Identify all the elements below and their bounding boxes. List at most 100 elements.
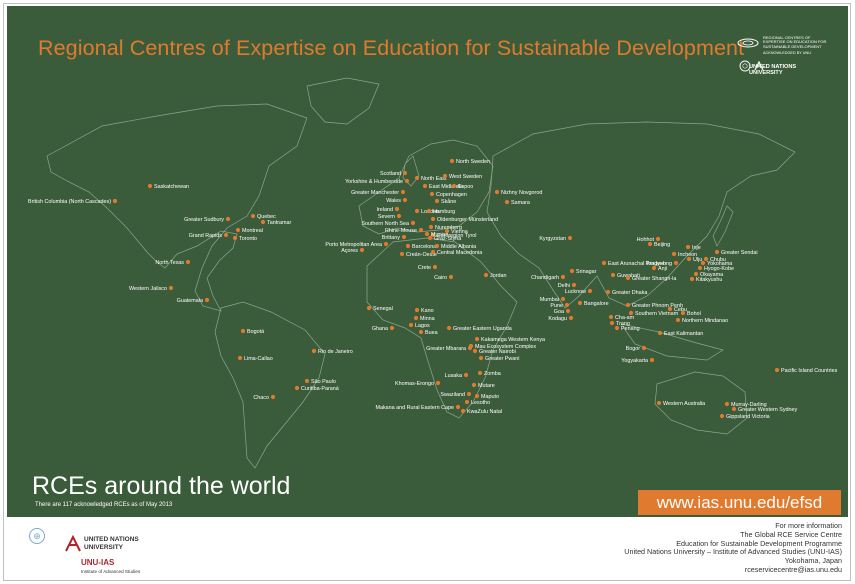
rce-marker[interactable] (408, 322, 414, 328)
rce-marker[interactable] (675, 317, 681, 323)
rce-marker[interactable] (686, 256, 692, 262)
rce-marker[interactable] (402, 197, 408, 203)
rce-marker[interactable] (568, 315, 574, 321)
rce-marker[interactable] (474, 336, 480, 342)
rce-marker[interactable] (466, 391, 472, 397)
rce-marker[interactable] (401, 234, 407, 240)
rce-marker[interactable] (494, 189, 500, 195)
rce-marker[interactable] (410, 220, 416, 226)
rce-marker[interactable] (601, 260, 607, 266)
rce-marker[interactable] (394, 206, 400, 212)
rce-marker[interactable] (294, 385, 300, 391)
rce-marker[interactable] (463, 372, 469, 378)
rce-marker[interactable] (628, 310, 634, 316)
rce-marker[interactable] (435, 380, 441, 386)
rce-marker[interactable] (610, 272, 616, 278)
rce-marker[interactable] (223, 232, 229, 238)
rce-marker[interactable] (647, 241, 653, 247)
website-url[interactable]: www.ias.unu.edu/efsd (638, 490, 841, 515)
rce-marker[interactable] (432, 264, 438, 270)
rce-marker[interactable] (560, 296, 566, 302)
rce-marker[interactable] (414, 208, 420, 214)
rce-marker[interactable] (430, 249, 436, 255)
rce-marker[interactable] (673, 260, 679, 266)
rce-marker[interactable] (444, 228, 450, 234)
rce-marker[interactable] (697, 265, 703, 271)
rce-marker[interactable] (685, 244, 691, 250)
rce-marker[interactable] (235, 227, 241, 233)
rce-marker[interactable] (774, 367, 780, 373)
rce-marker[interactable] (366, 305, 372, 311)
info-line[interactable]: rceservicecentre@ias.unu.edu (624, 565, 842, 575)
rce-marker[interactable] (413, 315, 419, 321)
rce-marker[interactable] (204, 297, 210, 303)
rce-marker[interactable] (560, 274, 566, 280)
rce-marker[interactable] (656, 400, 662, 406)
rce-marker[interactable] (359, 247, 365, 253)
rce-marker[interactable] (311, 348, 317, 354)
rce-marker[interactable] (427, 235, 433, 241)
rce-marker[interactable] (571, 282, 577, 288)
rce-marker[interactable] (483, 272, 489, 278)
rce-marker[interactable] (434, 198, 440, 204)
rce-marker[interactable] (428, 224, 434, 230)
rce-marker[interactable] (304, 378, 310, 384)
rce-marker[interactable] (569, 268, 575, 274)
rce-marker[interactable] (418, 227, 424, 233)
rce-marker[interactable] (651, 265, 657, 271)
rce-marker[interactable] (270, 394, 276, 400)
rce-marker[interactable] (448, 274, 454, 280)
rce-marker[interactable] (504, 199, 510, 205)
rce-marker[interactable] (467, 345, 473, 351)
rce-marker[interactable] (405, 243, 411, 249)
rce-marker[interactable] (689, 276, 695, 282)
rce-marker[interactable] (399, 251, 405, 257)
rce-marker[interactable] (400, 189, 406, 195)
rce-marker[interactable] (649, 357, 655, 363)
rce-marker[interactable] (240, 328, 246, 334)
rce-marker[interactable] (426, 208, 432, 214)
rce-marker[interactable] (477, 370, 483, 376)
rce-marker[interactable] (565, 308, 571, 314)
rce-marker[interactable] (422, 183, 428, 189)
rce-marker[interactable] (455, 404, 461, 410)
rce-marker[interactable] (446, 325, 452, 331)
rce-marker[interactable] (587, 288, 593, 294)
rce-marker[interactable] (614, 325, 620, 331)
rce-marker[interactable] (608, 314, 614, 320)
rce-marker[interactable] (147, 183, 153, 189)
rce-marker[interactable] (700, 260, 706, 266)
rce-marker[interactable] (641, 345, 647, 351)
rce-marker[interactable] (232, 235, 238, 241)
rce-marker[interactable] (418, 329, 424, 335)
rce-marker[interactable] (724, 401, 730, 407)
rce-marker[interactable] (460, 408, 466, 414)
rce-marker[interactable] (478, 355, 484, 361)
rce-marker[interactable] (414, 175, 420, 181)
rce-marker[interactable] (605, 289, 611, 295)
rce-marker[interactable] (731, 406, 737, 412)
rce-marker[interactable] (168, 285, 174, 291)
rce-marker[interactable] (609, 320, 615, 326)
rce-marker[interactable] (260, 219, 266, 225)
rce-marker[interactable] (112, 198, 118, 204)
rce-marker[interactable] (657, 330, 663, 336)
rce-marker[interactable] (464, 399, 470, 405)
rce-marker[interactable] (237, 355, 243, 361)
rce-marker[interactable] (402, 170, 408, 176)
rce-marker[interactable] (564, 302, 570, 308)
rce-marker[interactable] (414, 307, 420, 313)
rce-marker[interactable] (471, 382, 477, 388)
rce-marker[interactable] (577, 300, 583, 306)
rce-marker[interactable] (424, 231, 430, 237)
rce-marker[interactable] (671, 251, 677, 257)
rce-marker[interactable] (451, 183, 457, 189)
rce-marker[interactable] (719, 413, 725, 419)
rce-marker[interactable] (625, 302, 631, 308)
rce-marker[interactable] (434, 243, 440, 249)
rce-marker[interactable] (567, 235, 573, 241)
rce-marker[interactable] (625, 275, 631, 281)
rce-marker[interactable] (472, 348, 478, 354)
rce-marker[interactable] (396, 213, 402, 219)
rce-marker[interactable] (250, 213, 256, 219)
